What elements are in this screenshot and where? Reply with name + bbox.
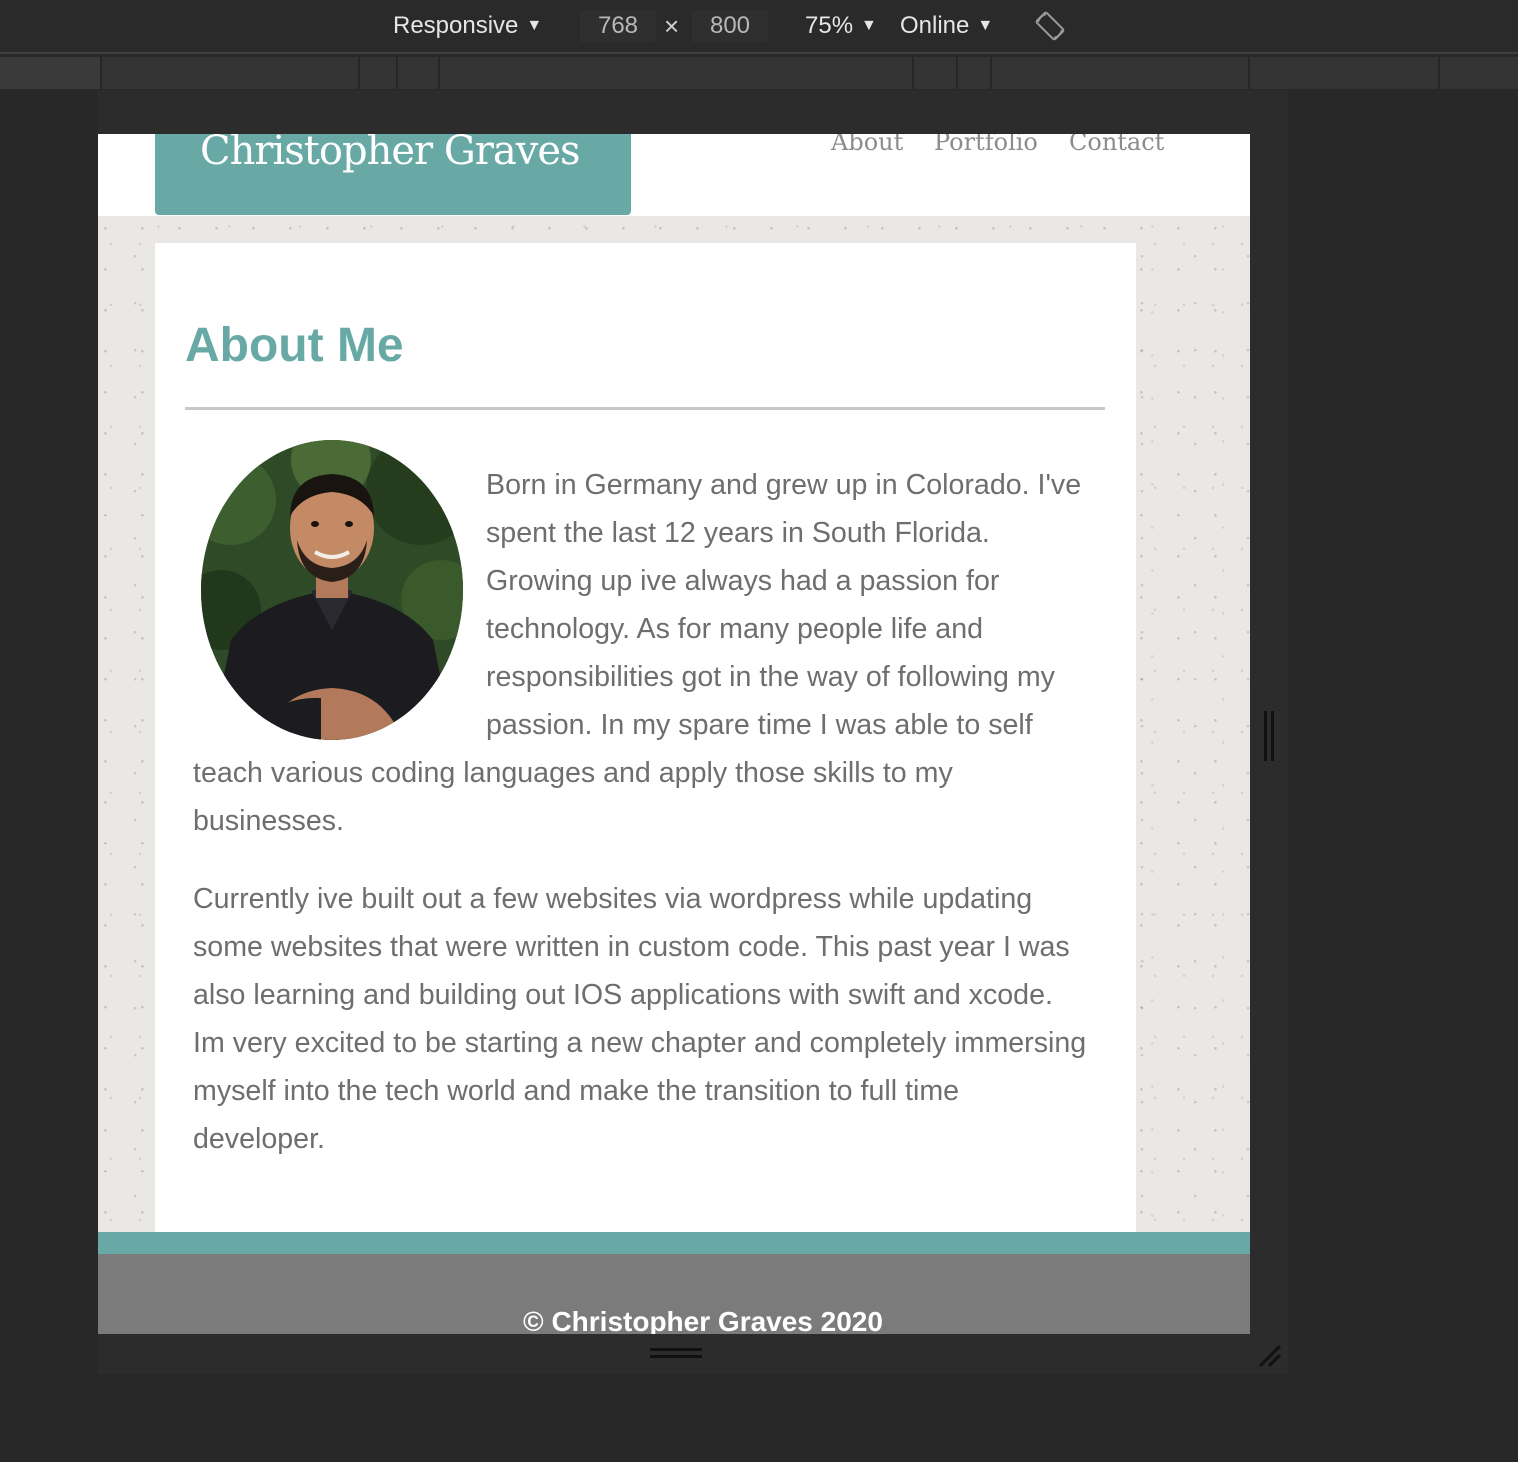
nav-link-about[interactable]: About [831,134,903,156]
nav-link-contact[interactable]: Contact [1069,134,1164,156]
page-title: About Me [185,319,404,372]
device-select[interactable]: Responsive ▼ [393,10,542,42]
media-query-segment[interactable] [438,57,912,89]
device-select-label: Responsive [393,12,519,39]
media-query-bar[interactable] [0,57,1518,89]
zoom-select-label: 75% [805,12,854,39]
footer-accent-stripe [98,1232,1250,1254]
throttle-select-label: Online [900,12,970,39]
profile-photo [201,440,463,740]
site-header: Christopher Graves About Portfolio Conta… [98,134,1250,216]
site-footer: © Christopher Graves 2020 [98,1254,1250,1334]
height-input[interactable]: 800 [692,10,768,42]
media-query-segment[interactable] [956,57,990,89]
media-query-segment[interactable] [990,57,1248,89]
width-input[interactable]: 768 [580,10,656,42]
throttle-select[interactable]: Online ▼ [900,10,993,42]
media-query-segment[interactable] [396,57,438,89]
times-icon: × [664,11,680,41]
media-query-segment[interactable] [1248,57,1438,89]
bio-text: Born in Germany and grew up in Colorado.… [193,440,1088,1163]
brand-box[interactable]: Christopher Graves [155,134,631,215]
zoom-select[interactable]: 75% ▼ [805,10,877,42]
caret-down-icon: ▼ [861,17,877,34]
device-toolbar: Responsive ▼ 768 × 800 75% ▼ Online ▼ [0,0,1518,54]
site-title: Christopher Graves [200,134,581,174]
footer-copyright: © Christopher Graves 2020 [523,1306,883,1334]
caret-down-icon: ▼ [526,17,543,34]
media-query-segment[interactable] [100,57,358,89]
emulated-viewport: Christopher Graves About Portfolio Conta… [98,134,1250,1334]
nav-link-portfolio[interactable]: Portfolio [934,134,1038,156]
media-query-segment[interactable] [912,57,956,89]
media-query-segment[interactable] [1438,57,1518,89]
resize-handle-bottom[interactable] [650,1348,702,1362]
bio-paragraph: Currently ive built out a few websites v… [193,883,1087,1155]
rotate-icon[interactable] [1034,10,1066,42]
resize-handle-corner[interactable] [1256,1342,1284,1370]
heading-divider [185,407,1105,410]
caret-down-icon: ▼ [977,17,994,34]
resize-handle-right[interactable] [1264,711,1276,761]
media-query-segment[interactable] [358,57,396,89]
